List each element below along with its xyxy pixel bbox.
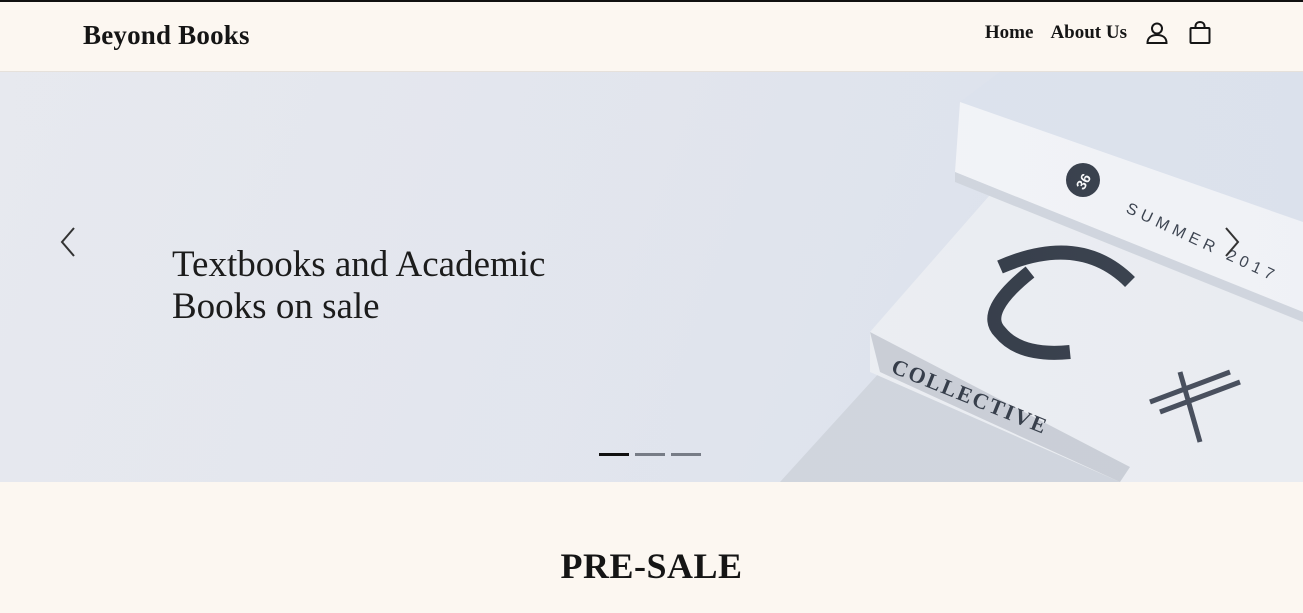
nav-about-us-link[interactable]: About Us bbox=[1050, 22, 1127, 44]
shopping-bag-icon[interactable] bbox=[1187, 20, 1213, 46]
previous-slide-button[interactable] bbox=[58, 226, 80, 258]
hero-title-line-1: Textbooks and Academic bbox=[172, 244, 546, 285]
user-icon[interactable] bbox=[1144, 20, 1170, 46]
hero-title: Textbooks and Academic Books on sale bbox=[172, 244, 632, 328]
hero-slideshow: COLLECTIVE 36 SUMMER 2017 Textbooks and … bbox=[0, 72, 1303, 482]
site-logo[interactable]: Beyond Books bbox=[83, 20, 250, 51]
site-header: Beyond Books Home About Us bbox=[0, 2, 1303, 72]
slide-indicators bbox=[599, 453, 707, 456]
chevron-right-icon bbox=[1225, 227, 1240, 257]
next-slide-button[interactable] bbox=[1220, 226, 1242, 258]
main-nav: Home About Us bbox=[985, 20, 1213, 46]
hero-title-line-2: Books on sale bbox=[172, 286, 380, 327]
slide-indicator-1[interactable] bbox=[599, 453, 629, 456]
pre-sale-heading: PRE-SALE bbox=[560, 546, 743, 586]
slide-indicator-2[interactable] bbox=[635, 453, 665, 456]
chevron-left-icon bbox=[60, 227, 75, 257]
slide-indicator-3[interactable] bbox=[671, 453, 701, 456]
nav-home-link[interactable]: Home bbox=[985, 22, 1034, 44]
